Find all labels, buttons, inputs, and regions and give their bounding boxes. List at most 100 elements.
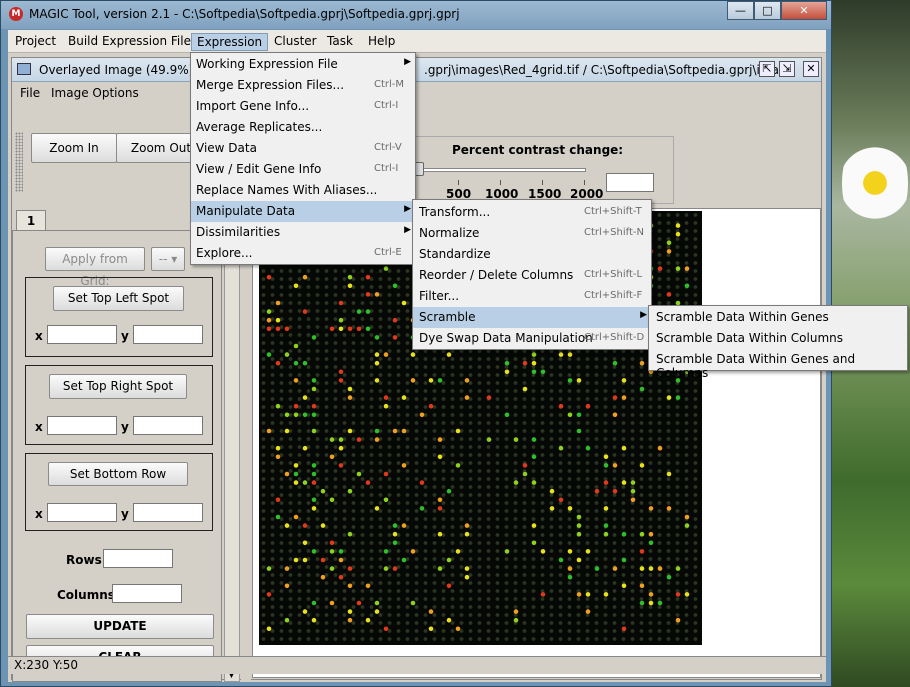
microarray-spot — [311, 378, 317, 383]
microarray-spot — [585, 549, 591, 554]
menu-item-average-replicates[interactable]: Average Replicates... — [191, 117, 415, 138]
microarray-spot — [338, 463, 344, 468]
frame-maximize-button[interactable]: ⇲ — [779, 61, 795, 77]
microarray-spot — [621, 557, 627, 563]
menu-item-explore[interactable]: Explore... Ctrl-E — [191, 243, 415, 264]
menu-item-import-gene-info[interactable]: Import Gene Info... Ctrl-I — [191, 96, 415, 117]
frame-restore-button[interactable]: ⇱ — [759, 61, 775, 77]
microarray-spot — [293, 343, 299, 349]
toolbar-grip[interactable] — [15, 132, 23, 192]
rows-input[interactable] — [103, 549, 173, 568]
microarray-spot — [356, 326, 362, 332]
menu-item-replace-names-with-aliases[interactable]: Replace Names With Aliases... — [191, 180, 415, 201]
microarray-spot — [401, 428, 407, 434]
bottom-row-x-input[interactable] — [47, 503, 117, 522]
menu-expression[interactable]: Expression — [191, 33, 269, 51]
menu-item-filter[interactable]: Filter... Ctrl+Shift-F — [413, 286, 651, 307]
microarray-spot — [684, 283, 690, 289]
microarray-spot — [639, 360, 645, 366]
microarray-spot — [594, 566, 600, 571]
microarray-spot — [311, 471, 317, 477]
top-left-x-input[interactable] — [47, 325, 117, 344]
microarray-spot — [419, 506, 425, 511]
menu-item-reorder-delete-columns[interactable]: Reorder / Delete Columns Ctrl+Shift-L — [413, 265, 651, 286]
menu-project[interactable]: Project — [10, 33, 61, 51]
microarray-spot — [567, 566, 573, 571]
menu-item-view-data[interactable]: View Data Ctrl-V — [191, 138, 415, 159]
top-right-y-input[interactable] — [133, 416, 203, 435]
microarray-spot — [455, 428, 461, 434]
set-top-left-spot-button[interactable]: Set Top Left Spot — [53, 286, 184, 311]
update-button[interactable]: UPDATE — [26, 614, 214, 639]
microarray-spot — [284, 617, 290, 623]
microarray-spot — [675, 223, 681, 228]
microarray-spot — [464, 395, 470, 400]
microarray-spot — [293, 403, 299, 409]
microarray-spot — [401, 523, 407, 528]
grid-select[interactable]: -- ▾ — [151, 247, 185, 271]
submenu-arrow-icon: ▶ — [404, 225, 411, 235]
microarray-spot — [374, 292, 380, 297]
microarray-spot — [513, 437, 519, 442]
top-left-y-input[interactable] — [133, 325, 203, 344]
zoom-in-button[interactable]: Zoom In — [31, 133, 117, 163]
split-pane-divider[interactable] — [241, 208, 251, 682]
menu-item-dissimilarities[interactable]: Dissimilarities ▶ — [191, 222, 415, 243]
inner-menu-file[interactable]: File — [20, 86, 40, 100]
set-top-right-spot-button[interactable]: Set Top Right Spot — [49, 374, 187, 399]
menu-item-dye-swap[interactable]: Dye Swap Data Manipulation Ctrl+Shift-D — [413, 328, 651, 349]
microarray-spot — [311, 403, 317, 409]
set-bottom-row-button[interactable]: Set Bottom Row — [48, 462, 188, 486]
frame-close-button[interactable]: ✕ — [803, 61, 819, 77]
close-button[interactable]: ✕ — [781, 1, 827, 20]
title-bar[interactable]: M MAGIC Tool, version 2.1 - C:\Softpedia… — [1, 1, 831, 29]
microarray-spot — [302, 445, 308, 451]
menu-item-working-expression-file[interactable]: Working Expression File ▶ — [191, 54, 415, 75]
maximize-button[interactable]: □ — [754, 1, 781, 20]
left-panel-scrollbar[interactable]: ▼ — [224, 208, 240, 682]
inner-title-bar[interactable]: Overlayed Image (49.9%) - & .gprj\images… — [12, 58, 821, 82]
menu-item-scramble-within-genes-and-columns[interactable]: Scramble Data Within Genes and Columns — [649, 349, 907, 380]
microarray-spot — [284, 352, 290, 357]
contrast-value-input[interactable] — [606, 173, 654, 192]
microarray-spot — [612, 360, 618, 366]
menu-item-scramble-within-genes[interactable]: Scramble Data Within Genes — [649, 307, 907, 328]
menu-cluster[interactable]: Cluster — [269, 33, 322, 51]
menu-item-merge-expression-files[interactable]: Merge Expression Files... Ctrl-M — [191, 75, 415, 96]
menu-item-transform[interactable]: Transform... Ctrl+Shift-T — [413, 202, 651, 223]
columns-input[interactable] — [112, 584, 182, 603]
microarray-spot — [594, 488, 600, 494]
microarray-spot — [437, 566, 443, 571]
columns-label: Columns — [57, 588, 115, 602]
microarray-spot — [666, 292, 672, 297]
menu-item-scramble[interactable]: Scramble ▶ — [413, 307, 651, 328]
microarray-spot — [522, 471, 528, 477]
menu-task[interactable]: Task — [322, 33, 358, 51]
contrast-slider-track[interactable] — [418, 168, 586, 172]
microarray-spot — [666, 240, 672, 246]
microarray-spot — [365, 480, 371, 485]
bottom-row-y-input[interactable] — [133, 503, 203, 522]
menu-item-normalize[interactable]: Normalize Ctrl+Shift-N — [413, 223, 651, 244]
menu-item-view-edit-gene-info[interactable]: View / Edit Gene Info Ctrl-I — [191, 159, 415, 180]
top-right-x-input[interactable] — [47, 416, 117, 435]
menu-item-standardize[interactable]: Standardize — [413, 244, 651, 265]
menu-build-expression-file[interactable]: Build Expression File — [63, 33, 196, 51]
top-right-group: Set Top Right Spot x y — [25, 365, 213, 445]
menu-item-manipulate-data[interactable]: Manipulate Data ▶ — [191, 201, 415, 222]
menu-item-scramble-within-columns[interactable]: Scramble Data Within Columns — [649, 328, 907, 349]
menu-help[interactable]: Help — [363, 33, 400, 51]
microarray-spot — [603, 506, 609, 511]
inner-menu-image-options[interactable]: Image Options — [51, 86, 139, 100]
microarray-spot — [374, 428, 380, 434]
minimize-button[interactable]: — — [727, 1, 754, 20]
apply-from-grid-button[interactable]: Apply from Grid: — [45, 247, 145, 288]
grid-tab-1[interactable]: 1 — [16, 210, 46, 230]
microarray-spot — [311, 497, 317, 503]
microarray-spot — [464, 378, 470, 383]
microarray-spot — [410, 549, 416, 554]
microarray-spot — [302, 557, 308, 563]
microarray-spot — [419, 412, 425, 418]
microarray-spot — [347, 583, 353, 589]
microarray-spot — [374, 378, 380, 383]
